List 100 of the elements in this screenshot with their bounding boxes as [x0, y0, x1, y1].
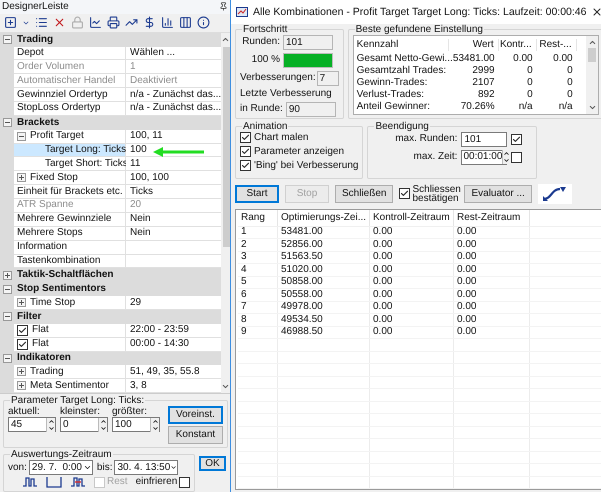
- value-cell[interactable]: 29: [126, 296, 222, 310]
- value-cell[interactable]: n/a - Zunächst das...: [126, 102, 222, 116]
- ok-button[interactable]: OK: [199, 456, 226, 471]
- value-cell[interactable]: 100, 11: [126, 130, 222, 144]
- value-cell[interactable]: n/a - Zunächst das...: [126, 88, 222, 102]
- chart-icon[interactable]: [22, 476, 38, 488]
- value-cell[interactable]: 3, 8: [126, 379, 222, 393]
- checkbox[interactable]: [240, 146, 251, 157]
- chart-icon[interactable]: [70, 476, 86, 488]
- value-cell[interactable]: Nein: [126, 212, 222, 227]
- name-cell[interactable]: StopLoss Ordertyp: [14, 102, 126, 116]
- name-cell[interactable]: Fixed Stop: [14, 171, 126, 186]
- button[interactable]: Konstant: [168, 426, 223, 444]
- checkbox[interactable]: [399, 188, 410, 199]
- name-cell[interactable]: Tastenkombination: [14, 254, 126, 268]
- name-cell[interactable]: Time Stop: [14, 296, 126, 310]
- column-header[interactable]: Wert: [448, 39, 499, 51]
- name-cell[interactable]: Information: [14, 240, 126, 254]
- expand-icon[interactable]: [17, 298, 26, 307]
- bar-chart-icon[interactable]: [161, 16, 174, 30]
- scroll-thumb[interactable]: [223, 46, 230, 247]
- name-cell[interactable]: Target Long: Ticks: [14, 144, 126, 158]
- value-cell[interactable]: 22:00 - 23:59: [126, 324, 222, 338]
- line-chart-icon[interactable]: [89, 16, 102, 30]
- checkbox[interactable]: [240, 160, 251, 171]
- value-cell[interactable]: [126, 254, 222, 268]
- spinner-icon[interactable]: [46, 418, 55, 432]
- property-label: Depot: [17, 47, 44, 60]
- name-cell[interactable]: Flat: [14, 338, 126, 352]
- column-header[interactable]: Optimierungs-Zei...: [278, 210, 370, 226]
- scrollbar[interactable]: [586, 36, 598, 114]
- expand-icon[interactable]: [17, 173, 26, 182]
- collapse-icon[interactable]: [2, 312, 12, 322]
- checkbox[interactable]: [17, 324, 28, 336]
- time-field[interactable]: 00:01:00: [461, 150, 508, 164]
- close-icon[interactable]: [591, 6, 601, 18]
- number-field[interactable]: 0: [60, 417, 108, 432]
- name-cell[interactable]: Einheit für Brackets etc.: [14, 185, 126, 200]
- name-cell[interactable]: Profit Target: [14, 130, 126, 144]
- category-label: Filter: [16, 310, 42, 323]
- collapse-icon[interactable]: [2, 354, 12, 363]
- collapse-icon[interactable]: [17, 132, 26, 141]
- delete-icon[interactable]: [53, 16, 66, 30]
- name-cell[interactable]: Meta Sentimentor: [14, 379, 126, 393]
- collapse-icon[interactable]: [2, 284, 12, 294]
- curve-icon[interactable]: [538, 184, 572, 204]
- checkbox[interactable]: [240, 132, 251, 143]
- value-cell[interactable]: 11: [126, 157, 222, 172]
- scroll-down-icon[interactable]: [221, 382, 230, 391]
- value-cell[interactable]: 51, 49, 35, 55.8: [126, 365, 222, 380]
- add-icon[interactable]: [4, 16, 17, 30]
- name-cell[interactable]: Trading: [14, 365, 126, 380]
- category-row[interactable]: Indikatoren: [0, 352, 222, 366]
- date-dropdown[interactable]: 30. 4. 13:50: [114, 460, 178, 475]
- column-header[interactable]: Rang: [238, 210, 278, 226]
- dollar-icon[interactable]: [143, 16, 156, 30]
- scrollbar[interactable]: [221, 32, 230, 393]
- printer-icon[interactable]: [107, 16, 120, 30]
- number-field[interactable]: 45: [8, 417, 56, 432]
- name-cell[interactable]: Flat: [14, 324, 126, 338]
- column-header[interactable]: Rest-Zeitraum: [454, 210, 530, 226]
- expand-icon[interactable]: [17, 367, 26, 376]
- value-cell[interactable]: Ticks: [126, 185, 222, 200]
- button[interactable]: Schließen: [335, 184, 394, 202]
- spinner-icon[interactable]: [98, 418, 107, 432]
- column-header[interactable]: Rest-...: [536, 39, 577, 51]
- scroll-thumb[interactable]: [588, 48, 596, 62]
- expand-icon[interactable]: [2, 270, 12, 280]
- name-cell[interactable]: Mehrere Stops: [14, 226, 126, 241]
- button[interactable]: Voreinst.: [168, 406, 223, 424]
- chart-icon[interactable]: [46, 476, 62, 488]
- collapse-icon[interactable]: [2, 35, 12, 44]
- column-header[interactable]: Kennzahl: [356, 39, 449, 51]
- checkbox[interactable]: [179, 476, 190, 488]
- number-field[interactable]: 100: [112, 417, 160, 432]
- button[interactable]: Start: [235, 184, 279, 202]
- button[interactable]: Evaluator ...: [464, 184, 532, 202]
- info-icon[interactable]: [197, 16, 210, 30]
- name-cell[interactable]: Gewinnziel Ordertyp: [14, 88, 126, 102]
- value-cell[interactable]: Wählen ...: [126, 46, 222, 60]
- checkbox[interactable]: [17, 338, 28, 350]
- value-cell[interactable]: 00:00 - 14:30: [126, 338, 222, 352]
- checkbox[interactable]: [511, 152, 522, 162]
- column-header[interactable]: Kontr...: [498, 39, 537, 51]
- value-cell[interactable]: 100, 100: [126, 171, 222, 186]
- columns-icon[interactable]: [179, 16, 192, 30]
- spinner-icon[interactable]: [502, 150, 510, 164]
- checkbox[interactable]: [511, 134, 522, 144]
- value-cell[interactable]: [126, 240, 222, 254]
- expand-icon[interactable]: [17, 381, 26, 390]
- collapse-icon[interactable]: [2, 118, 12, 128]
- column-header[interactable]: Kontroll-Zeitraum: [370, 210, 454, 226]
- text-field[interactable]: 101: [461, 132, 508, 146]
- list-icon[interactable]: [35, 16, 48, 30]
- value-cell[interactable]: Nein: [126, 226, 222, 241]
- spinner-icon[interactable]: [150, 418, 159, 432]
- date-dropdown[interactable]: 29. 7. 0:00: [28, 460, 93, 475]
- name-cell[interactable]: Mehrere Gewinnziele: [14, 212, 126, 227]
- pin-icon[interactable]: [219, 2, 228, 12]
- name-cell[interactable]: Depot: [14, 46, 126, 60]
